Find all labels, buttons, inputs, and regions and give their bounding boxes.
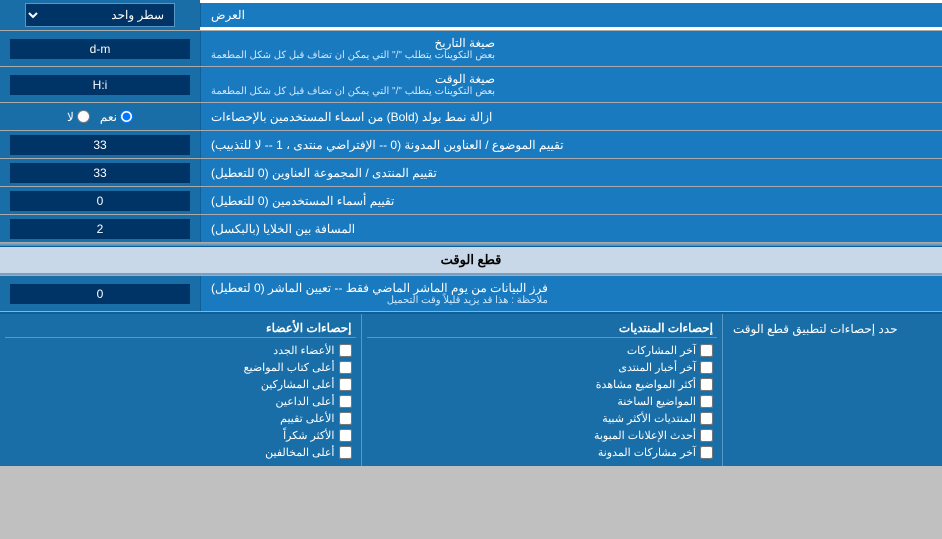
time-format-label: صيغة الوقت بعض التكوينات يتطلب "/" التي …	[200, 67, 942, 102]
member-stat-item-0: الأعضاء الجدد	[5, 342, 356, 359]
forum-stats-col: إحصاءات المنتديات آخر المشاركات آخر أخبا…	[361, 314, 723, 466]
display-label: العرض	[200, 3, 942, 27]
user-names-input[interactable]	[10, 191, 190, 211]
forum-threads-label: تقييم الموضوع / العناوين المدونة (0 -- ا…	[200, 131, 942, 158]
member-stat-check-3[interactable]	[339, 395, 352, 408]
forum-stat-check-4[interactable]	[700, 412, 713, 425]
gap-input[interactable]	[10, 219, 190, 239]
realtime-input-cell	[0, 276, 200, 311]
forum-threads-input[interactable]	[10, 135, 190, 155]
realtime-input[interactable]	[10, 284, 190, 304]
display-select[interactable]: سطر واحدسطرانثلاثة أسطر	[25, 3, 175, 27]
bold-remove-row: ازالة نمط بولد (Bold) من اسماء المستخدمي…	[0, 103, 942, 131]
member-stats-header: إحصاءات الأعضاء	[5, 319, 356, 338]
member-stat-check-0[interactable]	[339, 344, 352, 357]
member-stat-item-4: الأعلى تقييم	[5, 410, 356, 427]
forum-stat-item-1: آخر أخبار المنتدى	[367, 359, 718, 376]
date-format-label: صيغة التاريخ بعض التكوينات يتطلب "/" الت…	[200, 31, 942, 66]
stats-columns: إحصاءات المنتديات آخر المشاركات آخر أخبا…	[0, 314, 722, 466]
display-row: العرض سطر واحدسطرانثلاثة أسطر	[0, 0, 942, 31]
forum-stat-check-1[interactable]	[700, 361, 713, 374]
forum-threads-row: تقييم الموضوع / العناوين المدونة (0 -- ا…	[0, 131, 942, 159]
forum-group-row: تقييم المنتدى / المجموعة العناوين (0 للت…	[0, 159, 942, 187]
bold-remove-label: ازالة نمط بولد (Bold) من اسماء المستخدمي…	[200, 103, 942, 130]
forum-stat-item-4: المنتديات الأكثر شبية	[367, 410, 718, 427]
member-stat-item-2: أعلى المشاركين	[5, 376, 356, 393]
forum-group-label: تقييم المنتدى / المجموعة العناوين (0 للت…	[200, 159, 942, 186]
stats-limit-label: حدد إحصاءات لتطبيق قطع الوقت	[722, 314, 942, 466]
date-format-input-cell	[0, 31, 200, 66]
gap-input-cell	[0, 215, 200, 242]
forum-threads-input-cell	[0, 131, 200, 158]
forum-stat-item-0: آخر المشاركات	[367, 342, 718, 359]
member-stat-label-1: أعلى كتاب المواضيع	[244, 361, 335, 374]
member-stat-item-5: الأكثر شكراً	[5, 427, 356, 444]
member-stat-item-3: أعلى الداعين	[5, 393, 356, 410]
member-stat-check-4[interactable]	[339, 412, 352, 425]
member-stat-label-5: الأكثر شكراً	[283, 429, 334, 442]
realtime-section-header-row: قطع الوقت	[0, 247, 942, 276]
forum-stat-label-3: المواضيع الساخنة	[617, 395, 696, 408]
forum-stat-item-2: أكثر المواضيع مشاهدة	[367, 376, 718, 393]
gap-label: المسافة بين الخلايا (بالبكسل)	[200, 215, 942, 242]
member-stats-col: إحصاءات الأعضاء الأعضاء الجدد أعلى كتاب …	[0, 314, 361, 466]
date-format-row: صيغة التاريخ بعض التكوينات يتطلب "/" الت…	[0, 31, 942, 67]
forum-stat-item-6: آخر مشاركات المدونة	[367, 444, 718, 461]
member-stat-check-6[interactable]	[339, 446, 352, 459]
member-stat-label-3: أعلى الداعين	[276, 395, 335, 408]
forum-stat-check-3[interactable]	[700, 395, 713, 408]
user-names-row: تقييم أسماء المستخدمين (0 للتعطيل)	[0, 187, 942, 215]
bold-no-radio[interactable]	[77, 110, 90, 123]
forum-stat-item-3: المواضيع الساخنة	[367, 393, 718, 410]
realtime-data-row: فرز البيانات من يوم الماشر الماضي فقط --…	[0, 276, 942, 312]
main-container: العرض سطر واحدسطرانثلاثة أسطر صيغة التار…	[0, 0, 942, 466]
time-format-row: صيغة الوقت بعض التكوينات يتطلب "/" التي …	[0, 67, 942, 103]
forum-stats-header: إحصاءات المنتديات	[367, 319, 718, 338]
bold-yes-label[interactable]: نعم	[100, 110, 133, 124]
member-stat-check-1[interactable]	[339, 361, 352, 374]
member-stat-check-2[interactable]	[339, 378, 352, 391]
forum-stat-check-2[interactable]	[700, 378, 713, 391]
forum-stat-check-0[interactable]	[700, 344, 713, 357]
forum-stat-label-6: آخر مشاركات المدونة	[598, 446, 696, 459]
member-stat-item-6: أعلى المخالفين	[5, 444, 356, 461]
user-names-label: تقييم أسماء المستخدمين (0 للتعطيل)	[200, 187, 942, 214]
forum-stat-check-6[interactable]	[700, 446, 713, 459]
forum-stat-label-2: أكثر المواضيع مشاهدة	[596, 378, 696, 391]
member-stat-label-6: أعلى المخالفين	[265, 446, 334, 459]
display-select-cell: سطر واحدسطرانثلاثة أسطر	[0, 0, 200, 30]
forum-stat-label-5: أحدث الإعلانات المبوبة	[594, 429, 696, 442]
gap-row: المسافة بين الخلايا (بالبكسل)	[0, 215, 942, 243]
forum-stat-label-4: المنتديات الأكثر شبية	[602, 412, 696, 425]
forum-group-input[interactable]	[10, 163, 190, 183]
forum-stat-check-5[interactable]	[700, 429, 713, 442]
bold-yes-radio[interactable]	[120, 110, 133, 123]
realtime-section-header: قطع الوقت	[0, 247, 942, 275]
bottom-stats-area: حدد إحصاءات لتطبيق قطع الوقت إحصاءات الم…	[0, 312, 942, 466]
bold-remove-radio-cell: نعم لا	[0, 103, 200, 130]
forum-stat-item-5: أحدث الإعلانات المبوبة	[367, 427, 718, 444]
member-stat-label-4: الأعلى تقييم	[280, 412, 334, 425]
realtime-label: فرز البيانات من يوم الماشر الماضي فقط --…	[200, 276, 942, 311]
member-stat-label-2: أعلى المشاركين	[261, 378, 335, 391]
user-names-input-cell	[0, 187, 200, 214]
date-format-input[interactable]	[10, 39, 190, 59]
time-format-input[interactable]	[10, 75, 190, 95]
member-stat-check-5[interactable]	[339, 429, 352, 442]
member-stat-item-1: أعلى كتاب المواضيع	[5, 359, 356, 376]
bold-no-label[interactable]: لا	[67, 110, 90, 124]
forum-stat-label-1: آخر أخبار المنتدى	[618, 361, 696, 374]
member-stat-label-0: الأعضاء الجدد	[273, 344, 334, 357]
time-format-input-cell	[0, 67, 200, 102]
forum-group-input-cell	[0, 159, 200, 186]
forum-stat-label-0: آخر المشاركات	[627, 344, 696, 357]
